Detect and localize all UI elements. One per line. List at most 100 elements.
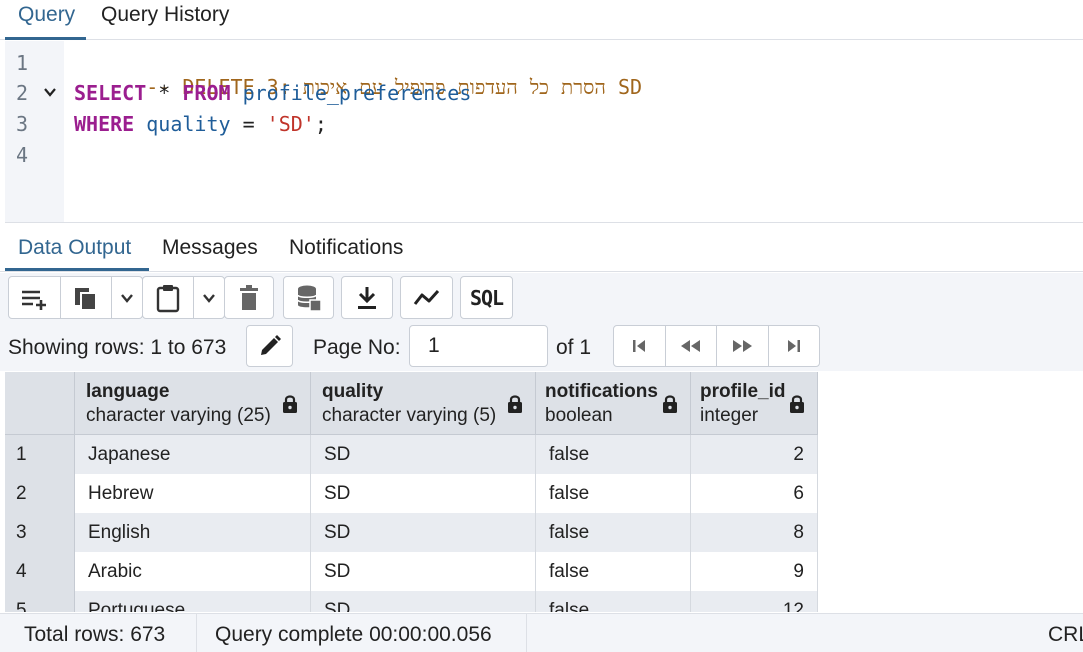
cell-profile-id[interactable]: 12 (691, 591, 818, 612)
cell-language[interactable]: Hebrew (75, 474, 311, 513)
data-grid: language character varying (25) quality … (5, 372, 818, 612)
column-type: character varying (5) (322, 405, 497, 426)
sql-operator: = (230, 112, 267, 136)
add-row-button[interactable] (8, 276, 61, 319)
cell-quality[interactable]: SD (311, 435, 536, 474)
tab-query-history[interactable]: Query History (101, 2, 229, 38)
last-page-button[interactable] (769, 326, 820, 366)
cell-notifications[interactable]: false (536, 591, 691, 612)
page-number-input[interactable]: 1 (409, 325, 548, 367)
column-name: notifications (545, 381, 658, 402)
cell-quality[interactable]: SD (311, 552, 536, 591)
sql-editor[interactable]: 1 2 3 4 -- DELETE 3: הסרת כל העדפות פרופ… (5, 41, 1083, 223)
cell-profile-id[interactable]: 8 (691, 513, 818, 552)
column-name: quality (322, 381, 384, 402)
copy-options-dropdown[interactable] (111, 276, 143, 319)
cell-profile-id[interactable]: 9 (691, 552, 818, 591)
column-type: boolean (545, 405, 613, 426)
table-row[interactable]: 3 English SD false 8 (5, 513, 818, 552)
tab-messages[interactable]: Messages (162, 236, 258, 260)
status-bar: Total rows: 673 Query complete 00:00:00.… (0, 613, 1083, 652)
cell-language[interactable]: Arabic (75, 552, 311, 591)
cell-notifications[interactable]: false (536, 552, 691, 591)
row-number[interactable]: 3 (5, 513, 75, 552)
column-header-profile-id[interactable]: profile_id integer (691, 372, 818, 435)
next-page-button[interactable] (717, 326, 769, 366)
graph-visualiser-button[interactable] (400, 276, 453, 319)
cell-language[interactable]: Portuguese (75, 591, 311, 612)
download-button[interactable] (341, 276, 393, 319)
copy-icon (75, 287, 97, 311)
row-number-header[interactable] (5, 372, 75, 435)
cell-notifications[interactable]: false (536, 435, 691, 474)
row-number[interactable]: 4 (5, 552, 75, 591)
active-tab-indicator (5, 268, 149, 271)
tab-data-output[interactable]: Data Output (18, 236, 131, 260)
query-tool: Query Query History 1 2 3 4 -- DELETE 3:… (0, 0, 1083, 652)
line-number: 1 (16, 51, 29, 75)
data-toolbar: SQL (0, 273, 1083, 321)
add-row-icon (21, 290, 46, 310)
table-row[interactable]: 5 Portuguese SD false 12 (5, 591, 818, 612)
column-name: profile_id (700, 381, 786, 402)
code-line-3: WHERE quality = 'SD'; (74, 112, 327, 136)
line-number: 3 (16, 112, 29, 136)
cell-profile-id[interactable]: 2 (691, 435, 818, 474)
column-name: language (86, 381, 170, 402)
paging-bar: Showing rows: 1 to 673 Page No: 1 of 1 (0, 321, 1083, 371)
table-row[interactable]: 2 Hebrew SD false 6 (5, 474, 818, 513)
cell-language[interactable]: English (75, 513, 311, 552)
tab-query[interactable]: Query (18, 2, 75, 38)
paste-options-dropdown[interactable] (193, 276, 225, 319)
edit-rows-button[interactable] (246, 325, 293, 367)
first-page-button[interactable] (614, 326, 666, 366)
sql-operator: ; (314, 112, 327, 136)
cell-notifications[interactable]: false (536, 474, 691, 513)
pencil-icon (260, 335, 281, 355)
paste-button[interactable] (142, 276, 194, 319)
lock-icon (283, 395, 297, 413)
sql-button[interactable]: SQL (460, 276, 513, 319)
tab-notifications[interactable]: Notifications (289, 236, 403, 260)
fold-chevron-icon[interactable] (43, 85, 57, 102)
row-number[interactable]: 5 (5, 591, 75, 612)
first-page-icon (633, 340, 646, 352)
cell-profile-id[interactable]: 6 (691, 474, 818, 513)
delete-button[interactable] (224, 276, 274, 319)
active-tab-indicator (5, 37, 86, 40)
copy-button[interactable] (60, 276, 112, 319)
sql-keyword: WHERE (74, 112, 135, 136)
paste-icon (156, 284, 180, 312)
table-row[interactable]: 1 Japanese SD false 2 (5, 435, 818, 474)
chevron-down-icon (203, 293, 215, 303)
showing-rows-text: Showing rows: 1 to 673 (8, 336, 227, 359)
query-tabs: Query Query History (0, 0, 1083, 40)
sql-operator: * (146, 81, 183, 105)
cell-notifications[interactable]: false (536, 513, 691, 552)
line-ending-text[interactable]: CRLF (1048, 623, 1083, 647)
download-icon (358, 286, 376, 309)
cell-language[interactable]: Japanese (75, 435, 311, 474)
row-number[interactable]: 2 (5, 474, 75, 513)
status-divider (196, 614, 197, 652)
graph-icon (413, 289, 439, 305)
column-header-language[interactable]: language character varying (25) (75, 372, 311, 435)
column-type: character varying (25) (86, 405, 271, 426)
sql-icon: SQL (469, 285, 504, 310)
column-header-quality[interactable]: quality character varying (5) (311, 372, 536, 435)
previous-page-button[interactable] (666, 326, 717, 366)
table-row[interactable]: 4 Arabic SD false 9 (5, 552, 818, 591)
page-total-text: of 1 (556, 336, 592, 359)
cell-quality[interactable]: SD (311, 591, 536, 612)
status-divider (526, 614, 527, 652)
save-data-button[interactable] (283, 276, 334, 319)
column-header-notifications[interactable]: notifications boolean (536, 372, 691, 435)
cell-quality[interactable]: SD (311, 513, 536, 552)
row-number[interactable]: 1 (5, 435, 75, 474)
sql-string: 'SD' (266, 112, 315, 136)
lock-icon (790, 395, 804, 413)
cell-quality[interactable]: SD (311, 474, 536, 513)
query-complete-text: Query complete 00:00:00.056 (215, 623, 492, 646)
total-rows-text: Total rows: 673 (24, 623, 166, 646)
lock-icon (508, 395, 522, 413)
